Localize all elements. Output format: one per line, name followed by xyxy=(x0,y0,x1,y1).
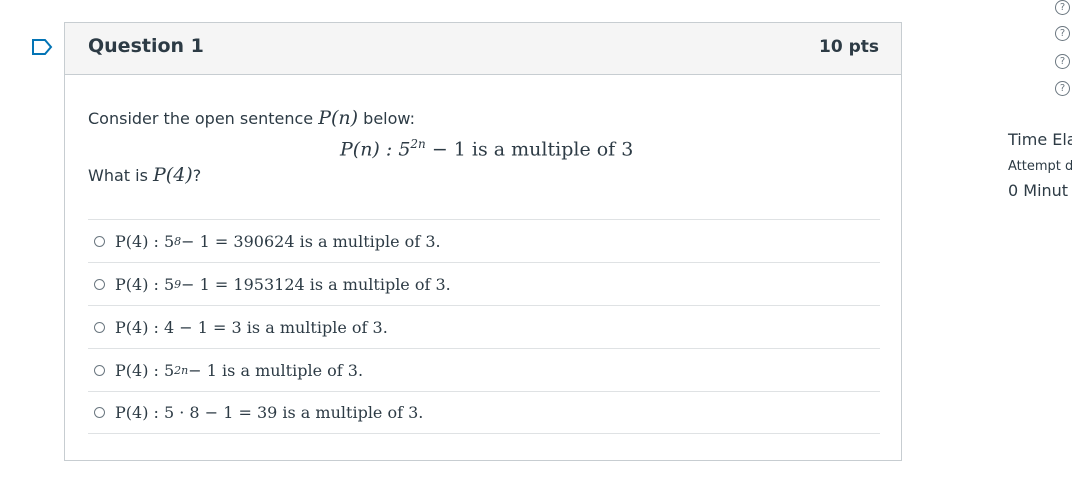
answer-option-1[interactable]: P(4) : 58 − 1 = 390624 is a multiple of … xyxy=(88,219,880,262)
time-elapsed-label: Time Ela xyxy=(1008,130,1072,149)
answer-option-3[interactable]: P(4) : 4 − 1 = 3 is a multiple of 3. xyxy=(88,305,880,348)
answer-text-post: − 1 is a multiple of 3. xyxy=(188,360,364,380)
question-header: Question 1 10 pts xyxy=(65,23,901,75)
intro-math: P(n) xyxy=(318,107,359,129)
answer-text-pre: P(4) : 5 · 8 − 1 = 39 is a multiple of 3… xyxy=(115,403,424,422)
radio-button[interactable] xyxy=(94,235,105,247)
radio-button[interactable] xyxy=(94,278,105,290)
question-prompt: What is P(4)? xyxy=(88,164,201,186)
question-intro: Consider the open sentence P(n) below: xyxy=(88,107,415,129)
radio-button[interactable] xyxy=(94,321,105,333)
answer-text-pre: P(4) : 5 xyxy=(115,231,175,251)
help-icon[interactable]: ? xyxy=(1055,54,1070,69)
answer-text-post: − 1 = 390624 is a multiple of 3. xyxy=(181,231,441,251)
answer-option-2[interactable]: P(4) : 59 − 1 = 1953124 is a multiple of… xyxy=(88,262,880,305)
prompt-text: What is xyxy=(88,166,148,185)
answer-exponent: 9 xyxy=(174,277,182,291)
answer-option-4[interactable]: P(4) : 5 2n − 1 is a multiple of 3. xyxy=(88,348,880,391)
display-exponent: 2n xyxy=(410,137,426,151)
prompt-math: P(4) xyxy=(153,164,193,186)
help-icon[interactable]: ? xyxy=(1055,0,1070,15)
intro-suffix: below: xyxy=(363,109,416,128)
help-icon[interactable]: ? xyxy=(1055,81,1070,96)
intro-text: Consider the open sentence xyxy=(88,109,314,128)
attempt-label: Attempt d xyxy=(1008,159,1072,174)
flag-question-icon[interactable] xyxy=(31,38,53,56)
answer-text-pre: P(4) : 4 − 1 = 3 is a multiple of 3. xyxy=(115,317,388,337)
answer-option-5[interactable]: P(4) : 5 · 8 − 1 = 39 is a multiple of 3… xyxy=(88,391,880,434)
display-left: P(n) : 5 xyxy=(340,138,411,161)
radio-button[interactable] xyxy=(94,364,105,376)
answer-text-pre: P(4) : 5 xyxy=(115,360,175,380)
answer-text-post: − 1 = 1953124 is a multiple of 3. xyxy=(181,274,451,294)
display-equation: P(n) : 52n − 1 is a multiple of 3 xyxy=(340,137,633,160)
answer-text-pre: P(4) : 5 xyxy=(115,274,175,294)
display-right: − 1 is a multiple of 3 xyxy=(425,138,634,161)
answer-list: P(4) : 58 − 1 = 390624 is a multiple of … xyxy=(88,219,880,434)
help-icon[interactable]: ? xyxy=(1055,26,1070,41)
question-title: Question 1 xyxy=(88,35,204,57)
radio-button[interactable] xyxy=(94,407,105,418)
answer-exponent: 2n xyxy=(174,363,189,377)
question-card: Question 1 10 pts Consider the open sent… xyxy=(64,22,902,461)
elapsed-minutes: 0 Minut xyxy=(1008,181,1069,200)
answer-exponent: 8 xyxy=(174,234,182,248)
prompt-suffix: ? xyxy=(192,166,202,185)
question-points: 10 pts xyxy=(819,37,879,57)
